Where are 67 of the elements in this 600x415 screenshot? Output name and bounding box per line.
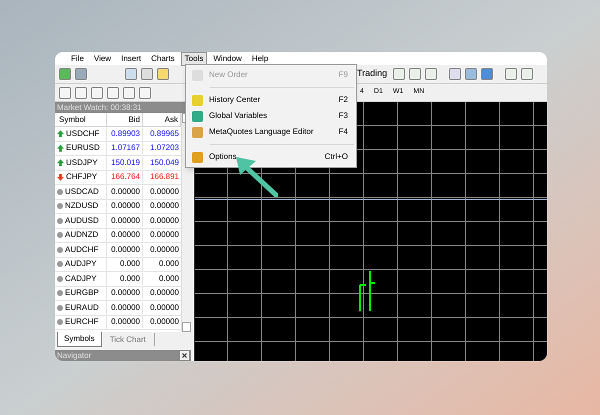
symbol-cell: AUDNZD bbox=[65, 229, 98, 242]
symbol-cell: USDCHF bbox=[66, 128, 100, 140]
tab[interactable]: Symbols bbox=[57, 332, 102, 347]
symbol-cell: EURGBP bbox=[65, 287, 99, 300]
ask-cell-text: 0.00000 bbox=[149, 302, 180, 314]
menu-label: MetaQuotes Language Editor bbox=[209, 126, 315, 138]
symbol-cell: EURAUD bbox=[65, 302, 99, 314]
ask-cell-text: 0.00000 bbox=[149, 214, 180, 227]
ask-cell-text: 0.00000 bbox=[149, 244, 180, 256]
menu-label: New Order bbox=[209, 69, 249, 81]
symbol-cell: EURUSD bbox=[66, 142, 100, 154]
trading-button[interactable]: Trading bbox=[355, 67, 390, 81]
ask-cell-text: 1.07203 bbox=[149, 142, 180, 154]
shortcut-text: F3 bbox=[338, 110, 348, 122]
tab[interactable]: Tick Chart bbox=[102, 333, 155, 346]
column-header[interactable]: Symbol bbox=[55, 113, 107, 126]
menu-item[interactable]: Charts bbox=[147, 52, 179, 66]
bid-cell: 0.00000 bbox=[107, 229, 143, 242]
close-icon[interactable] bbox=[180, 351, 189, 360]
menu-label: Options bbox=[209, 151, 238, 163]
bid-cell: 0.00000 bbox=[107, 287, 143, 300]
shortcut-text: F2 bbox=[338, 94, 348, 106]
symbol-cell: EURCHF bbox=[65, 316, 98, 328]
symbol-cell: AUDCHF bbox=[65, 244, 98, 256]
symbol-cell: AUDUSD bbox=[65, 214, 99, 227]
symbol-cell: CADJPY bbox=[65, 272, 97, 285]
symbol-cell: AUDJPY bbox=[65, 258, 97, 270]
bid-cell: 150.019 bbox=[107, 156, 143, 169]
menu-item[interactable]: Help bbox=[248, 52, 272, 66]
ask-cell-text: 0.89965 bbox=[149, 128, 180, 140]
ask-cell-text: 0.00000 bbox=[149, 186, 180, 198]
shortcut-text: F9 bbox=[338, 69, 348, 81]
symbol-cell: NZDUSD bbox=[65, 200, 98, 212]
bid-cell: 1.07167 bbox=[107, 142, 143, 154]
symbol-cell: CHFJPY bbox=[66, 171, 98, 184]
menu-item[interactable]: Options Ctrl+O bbox=[186, 149, 356, 165]
symbol-cell: USDCAD bbox=[65, 186, 99, 198]
column-header[interactable]: Bid bbox=[107, 113, 143, 126]
shortcut-text: Ctrl+O bbox=[324, 151, 348, 163]
ask-cell-text: 0.00000 bbox=[149, 316, 180, 328]
menu-item[interactable]: File bbox=[67, 52, 88, 66]
menu-label: Global Variables bbox=[209, 110, 268, 122]
shortcut-text: F4 bbox=[338, 126, 348, 138]
bid-cell: 0.00000 bbox=[107, 244, 143, 256]
menu-item[interactable]: MetaQuotes Language Editor F4 bbox=[186, 124, 356, 140]
ask-cell-text: 0.000 bbox=[158, 258, 180, 270]
symbol-cell: USDJPY bbox=[66, 156, 98, 169]
menu-item[interactable]: View bbox=[90, 52, 116, 66]
bid-cell: 0.00000 bbox=[107, 316, 143, 328]
bid-cell: 166.764 bbox=[107, 171, 143, 184]
panel-title: Navigator bbox=[57, 350, 92, 361]
menu-item[interactable]: Window bbox=[209, 52, 246, 66]
ask-cell-text: 166.891 bbox=[149, 171, 180, 184]
bid-cell: 0.00000 bbox=[107, 302, 143, 314]
bid-cell: 0.00000 bbox=[107, 186, 143, 198]
menu-item[interactable]: Insert bbox=[117, 52, 146, 66]
bid-cell: 0.000 bbox=[107, 258, 143, 270]
bid-cell: 0.000 bbox=[107, 272, 143, 285]
ask-cell-text: 0.00000 bbox=[149, 287, 180, 300]
bid-cell: 0.89903 bbox=[107, 128, 143, 140]
ask-cell-text: 150.049 bbox=[149, 156, 180, 169]
ask-cell-text: 0.00000 bbox=[149, 200, 180, 212]
bid-cell: 0.00000 bbox=[107, 214, 143, 227]
ask-cell-text: 0.000 bbox=[158, 272, 180, 285]
ask-cell-text: 0.00000 bbox=[149, 229, 180, 242]
bid-cell: 0.00000 bbox=[107, 200, 143, 212]
menu-label: History Center bbox=[209, 94, 262, 106]
